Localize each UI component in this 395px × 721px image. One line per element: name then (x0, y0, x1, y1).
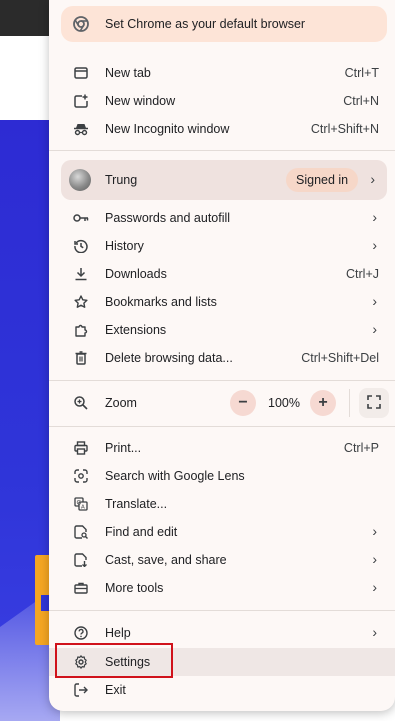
menu-item-cast-save-share[interactable]: Cast, save, and share › (49, 546, 395, 574)
menu-item-find-and-edit[interactable]: Find and edit › (49, 518, 395, 546)
trash-icon (73, 350, 89, 366)
star-icon (73, 294, 89, 310)
menu-item-label: More tools (105, 581, 164, 595)
menu-item-shortcut: Ctrl+Shift+N (310, 122, 379, 136)
menu-item-bookmarks[interactable]: Bookmarks and lists › (49, 288, 395, 316)
incognito-icon (73, 121, 89, 137)
key-icon (73, 210, 89, 226)
new-tab-icon (73, 65, 89, 81)
cast-icon (73, 552, 89, 568)
find-icon (73, 524, 89, 540)
history-icon (73, 238, 89, 254)
menu-item-label: Delete browsing data... (105, 351, 233, 365)
menu-item-label: New tab (105, 66, 151, 80)
chevron-right-icon: › (372, 293, 377, 309)
settings-highlight-box (55, 643, 173, 678)
menu-item-new-incognito[interactable]: New Incognito window Ctrl+Shift+N (49, 115, 395, 143)
profile-row[interactable]: Trung Signed in › (61, 160, 387, 200)
chevron-right-icon: › (372, 523, 377, 539)
chevron-right-icon: › (372, 237, 377, 253)
chevron-right-icon: › (372, 321, 377, 337)
print-icon (73, 440, 89, 456)
menu-item-new-tab[interactable]: New tab Ctrl+T (49, 59, 395, 87)
chevron-right-icon: › (370, 171, 375, 187)
menu-item-shortcut: Ctrl+J (346, 267, 379, 281)
default-browser-promo[interactable]: Set Chrome as your default browser (61, 6, 387, 42)
zoom-out-button[interactable]: − (230, 390, 256, 416)
menu-item-passwords[interactable]: Passwords and autofill › (49, 204, 395, 232)
translate-icon: GA (73, 496, 89, 512)
chevron-right-icon: › (372, 551, 377, 567)
menu-item-label: Passwords and autofill (105, 211, 231, 225)
lens-icon (73, 468, 89, 484)
menu-item-shortcut: Ctrl+Shift+Del (301, 351, 379, 365)
menu-item-more-tools[interactable]: More tools › (49, 574, 395, 602)
download-icon (73, 266, 89, 282)
help-icon (73, 625, 89, 641)
chevron-right-icon: › (372, 579, 377, 595)
profile-name: Trung (105, 173, 138, 187)
menu-item-shortcut: Ctrl+P (343, 441, 379, 455)
menu-item-label: Find and edit (105, 525, 178, 539)
menu-item-google-lens[interactable]: Search with Google Lens (49, 462, 395, 490)
menu-item-label: Print... (105, 441, 142, 455)
menu-item-label: New window (105, 94, 176, 108)
menu-item-zoom: Zoom (49, 389, 395, 417)
chrome-main-menu: Set Chrome as your default browser New t… (49, 0, 395, 711)
toolbox-icon (73, 580, 89, 596)
menu-item-label: Bookmarks and lists (105, 295, 217, 309)
menu-item-label: Search with Google Lens (105, 469, 245, 483)
new-window-icon (73, 93, 89, 109)
menu-item-label: Extensions (105, 323, 167, 337)
menu-item-print[interactable]: Print... Ctrl+P (49, 434, 395, 462)
menu-item-extensions[interactable]: Extensions › (49, 316, 395, 344)
exit-icon (73, 682, 89, 698)
chevron-right-icon: › (372, 624, 377, 640)
fullscreen-icon (367, 394, 381, 412)
chevron-right-icon: › (372, 209, 377, 225)
menu-item-label: Cast, save, and share (105, 553, 227, 567)
menu-item-shortcut: Ctrl+N (343, 94, 379, 108)
menu-item-label: New Incognito window (105, 122, 230, 136)
svg-text:A: A (81, 505, 85, 511)
menu-divider (49, 426, 395, 427)
menu-item-new-window[interactable]: New window Ctrl+N (49, 87, 395, 115)
menu-item-exit[interactable]: Exit (49, 676, 395, 704)
signed-in-badge: Signed in (286, 168, 359, 192)
menu-item-label: History (105, 239, 144, 253)
menu-item-shortcut: Ctrl+T (344, 66, 379, 80)
menu-item-downloads[interactable]: Downloads Ctrl+J (49, 260, 395, 288)
menu-divider (49, 610, 395, 611)
menu-divider (49, 150, 395, 151)
avatar (69, 169, 91, 191)
menu-divider (49, 380, 395, 381)
menu-item-label: Downloads (105, 267, 167, 281)
zoom-separator (349, 389, 350, 417)
menu-item-history[interactable]: History › (49, 232, 395, 260)
zoom-level: 100% (268, 396, 300, 410)
menu-item-delete-browsing-data[interactable]: Delete browsing data... Ctrl+Shift+Del (49, 344, 395, 372)
promo-label: Set Chrome as your default browser (105, 17, 306, 31)
zoom-in-button[interactable]: + (310, 390, 336, 416)
chrome-icon (73, 16, 89, 32)
zoom-label: Zoom (105, 396, 137, 410)
menu-item-label: Help (105, 626, 131, 640)
fullscreen-button[interactable] (359, 388, 389, 418)
menu-item-translate[interactable]: GA Translate... (49, 490, 395, 518)
menu-item-label: Translate... (105, 497, 168, 511)
menu-item-label: Exit (105, 683, 126, 697)
puzzle-icon (73, 322, 89, 338)
zoom-icon (73, 395, 89, 411)
